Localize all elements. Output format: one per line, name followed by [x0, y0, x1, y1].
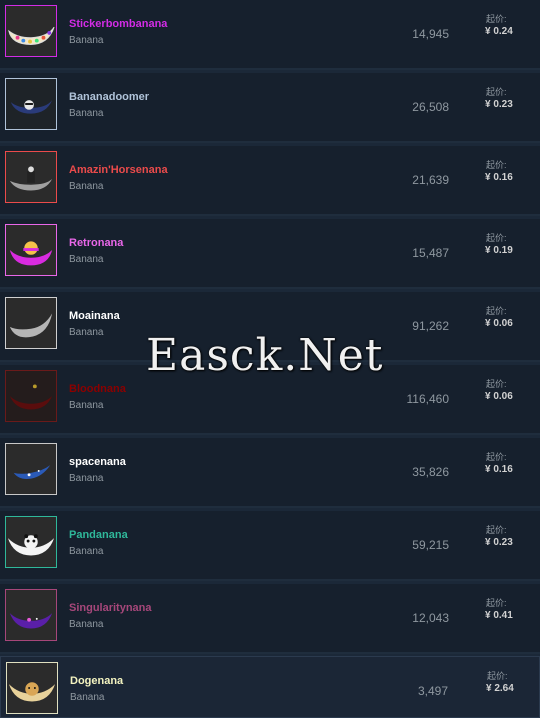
listing-row[interactable]: spacenana Banana 35,826 起价: ¥ 0.16 — [0, 438, 540, 508]
game-name: Banana — [69, 254, 104, 265]
listing-quantity: 21,639 — [412, 173, 449, 187]
game-name: Banana — [69, 546, 104, 557]
listing-quantity: 15,487 — [412, 246, 449, 260]
game-name: Banana — [69, 327, 104, 338]
starting-price: ¥ 0.16 — [485, 172, 513, 183]
price-label: 起价: — [486, 306, 507, 316]
starting-price: ¥ 0.24 — [485, 26, 513, 37]
item-thumbnail[interactable] — [5, 589, 57, 641]
price-label: 起价: — [486, 452, 507, 462]
item-thumbnail[interactable] — [5, 5, 57, 57]
listing-quantity: 12,043 — [412, 611, 449, 625]
game-name: Banana — [69, 619, 104, 630]
price-label: 起价: — [486, 598, 507, 608]
panda-banana-icon — [7, 534, 55, 556]
price-label: 起价: — [487, 671, 508, 681]
listing-row[interactable]: Amazin'Horsenana Banana 21,639 起价: ¥ 0.1… — [0, 146, 540, 216]
stickerbomb-banana-icon — [8, 26, 55, 45]
starting-price: ¥ 0.06 — [485, 318, 513, 329]
item-name[interactable]: Amazin'Horsenana — [69, 164, 168, 176]
game-name: Banana — [70, 692, 105, 703]
starting-price: ¥ 0.41 — [485, 610, 513, 621]
item-name[interactable]: Retronana — [69, 237, 123, 249]
price-label: 起价: — [486, 525, 507, 535]
listing-quantity: 3,497 — [417, 684, 448, 698]
space-banana-icon — [13, 465, 51, 479]
listing-quantity: 26,508 — [412, 100, 449, 114]
item-thumbnail[interactable] — [5, 297, 57, 349]
item-thumbnail[interactable] — [5, 516, 57, 568]
singularity-banana-icon — [9, 613, 53, 629]
listing-quantity: 91,262 — [412, 319, 449, 333]
horse-banana-icon — [9, 166, 53, 191]
listing-row[interactable]: Dogenana Banana 3,497 起价: ¥ 2.64 — [0, 656, 540, 718]
starting-price: ¥ 0.06 — [485, 391, 513, 402]
item-name[interactable]: Bananadoomer — [69, 91, 149, 103]
item-thumbnail[interactable] — [5, 151, 57, 203]
listing-row[interactable]: Stickerbombanana Banana 14,945 起价: ¥ 0.2… — [0, 0, 540, 70]
item-name[interactable]: spacenana — [69, 456, 126, 468]
item-name[interactable]: Moainana — [69, 310, 120, 322]
price-label: 起价: — [486, 87, 507, 97]
price-label: 起价: — [486, 14, 507, 24]
item-name[interactable]: Singularitynana — [69, 602, 152, 614]
price-label: 起价: — [486, 233, 507, 243]
starting-price: ¥ 0.16 — [485, 464, 513, 475]
listing-quantity: 116,460 — [406, 392, 450, 406]
game-name: Banana — [69, 473, 104, 484]
watermark-text: Easck.Net — [146, 330, 384, 381]
item-thumbnail[interactable] — [5, 443, 57, 495]
starting-price: ¥ 0.23 — [485, 99, 513, 110]
listing-quantity: 14,945 — [412, 27, 449, 41]
item-name[interactable]: Bloodnana — [69, 383, 126, 395]
game-name: Banana — [69, 108, 104, 119]
item-thumbnail[interactable] — [5, 78, 57, 130]
item-thumbnail[interactable] — [5, 224, 57, 276]
item-thumbnail[interactable] — [5, 370, 57, 422]
listing-row[interactable]: Bananadoomer Banana 26,508 起价: ¥ 0.23 — [0, 73, 540, 143]
listing-row[interactable]: Singularitynana Banana 12,043 起价: ¥ 0.41 — [0, 584, 540, 654]
price-label: 起价: — [486, 160, 507, 170]
starting-price: ¥ 0.23 — [485, 537, 513, 548]
item-thumbnail[interactable] — [6, 662, 58, 714]
game-name: Banana — [69, 400, 104, 411]
starting-price: ¥ 0.19 — [485, 245, 513, 256]
game-name: Banana — [69, 181, 104, 192]
item-name[interactable]: Pandanana — [69, 529, 128, 541]
retro-banana-icon — [9, 241, 53, 266]
listing-row[interactable]: Pandanana Banana 59,215 起价: ¥ 0.23 — [0, 511, 540, 581]
blood-banana-icon — [9, 384, 53, 410]
listing-quantity: 59,215 — [412, 538, 449, 552]
doge-banana-icon — [8, 682, 56, 702]
doomer-banana-icon — [10, 100, 53, 114]
item-name[interactable]: Dogenana — [70, 675, 123, 687]
game-name: Banana — [69, 35, 104, 46]
price-label: 起价: — [486, 379, 507, 389]
starting-price: ¥ 2.64 — [486, 683, 514, 694]
moai-banana-icon — [9, 313, 53, 338]
listing-quantity: 35,826 — [412, 465, 449, 479]
listing-row[interactable]: Retronana Banana 15,487 起价: ¥ 0.19 — [0, 219, 540, 289]
item-name[interactable]: Stickerbombanana — [69, 18, 167, 30]
